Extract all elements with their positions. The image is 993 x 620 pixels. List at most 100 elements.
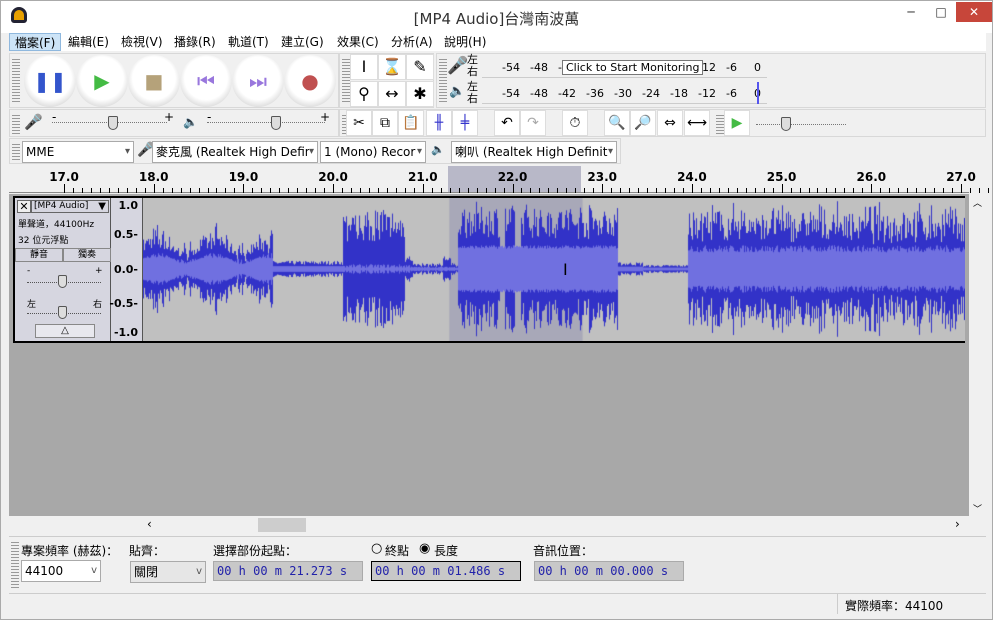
toolbar-grip[interactable] xyxy=(11,540,19,588)
scale-label: 0.5- xyxy=(113,228,138,241)
play-speed-slider[interactable] xyxy=(756,124,846,125)
channels-value: 1 (Mono) Recor xyxy=(324,145,416,159)
menu-item[interactable]: 分析(A) xyxy=(386,33,438,51)
waveform[interactable] xyxy=(143,198,965,341)
copy-button[interactable]: ⧉ xyxy=(372,110,398,136)
close-button[interactable]: ✕ xyxy=(956,2,992,22)
timeline-ruler[interactable]: 17.0 18.0 19.0 20.0 21.0 22.0 23.0 24.0 25.0 26.0… xyxy=(9,166,989,193)
plus-label: + xyxy=(320,110,331,124)
menu-item[interactable]: 檢視(V) xyxy=(116,33,168,51)
toolbar-grip[interactable] xyxy=(342,57,350,103)
output-device-value: 喇叭 (Realtek High Definiti xyxy=(455,145,611,159)
solo-button[interactable]: 獨奏 xyxy=(63,248,111,262)
toolbar-grip[interactable] xyxy=(12,142,20,161)
scale-label: 1.0 xyxy=(118,199,139,212)
undo-button[interactable]: ↶ xyxy=(494,110,520,136)
input-device-select[interactable]: 麥克風 (Realtek High Defin ▾ xyxy=(152,141,318,163)
menu-item[interactable]: 編輯(E) xyxy=(63,33,114,51)
toolbar-grip[interactable] xyxy=(12,57,20,103)
audio-position-field[interactable]: 00 h 00 m 00.000 s xyxy=(534,561,684,581)
menu-item[interactable]: 建立(G) xyxy=(276,33,329,51)
slider-thumb[interactable] xyxy=(271,116,281,130)
scroll-up-arrow[interactable]: ︿ xyxy=(973,196,982,209)
slider-thumb[interactable] xyxy=(108,116,118,130)
play-button[interactable]: ▶ xyxy=(76,55,128,107)
multi-tool[interactable]: ✱ xyxy=(406,81,434,107)
skip-start-button[interactable]: ⏮ xyxy=(180,55,232,107)
redo-button[interactable]: ↷ xyxy=(520,110,546,136)
horizontal-scrollbar[interactable]: ‹ › xyxy=(141,517,969,533)
paste-button[interactable]: 📋 xyxy=(398,110,424,136)
length-label: 長度 xyxy=(434,544,459,558)
microphone-icon[interactable]: 🎤 xyxy=(447,56,468,76)
input-device-value: 麥克風 (Realtek High Defin xyxy=(156,145,313,159)
slider-thumb[interactable] xyxy=(58,306,67,319)
menu-bar: 檔案(F) 編輯(E) 檢視(V) 播錄(R) 軌道(T) 建立(G) 效果(C) 分析(A)… xyxy=(9,33,986,51)
minimize-button[interactable]: ─ xyxy=(896,2,926,22)
zoom-out-button[interactable]: 🔎 xyxy=(630,110,656,136)
play-at-speed-button[interactable]: ▶ xyxy=(724,110,750,136)
collapse-track-button[interactable]: △ xyxy=(35,324,95,338)
slider-thumb[interactable] xyxy=(58,275,67,288)
silence-button[interactable]: ╪ xyxy=(452,110,478,136)
track-name-menu[interactable]: [MP4 Audio] ▼ xyxy=(31,200,109,213)
envelope-tool[interactable]: ⌛ xyxy=(378,54,406,80)
zoom-in-button[interactable]: 🔍 xyxy=(604,110,630,136)
tools-toolbar: I ⌛ ✎ ⚲ ↔ ✱ xyxy=(339,53,434,108)
speaker-icon: 🔈 xyxy=(183,115,198,129)
length-radio[interactable]: ◉ xyxy=(419,541,430,556)
scroll-thumb[interactable] xyxy=(258,518,306,532)
record-button[interactable]: ● xyxy=(284,55,336,107)
scroll-left-arrow[interactable]: ‹ xyxy=(147,517,152,531)
menu-item[interactable]: 檔案(F) xyxy=(9,33,62,51)
selection-length-field[interactable]: 00 h 00 m 01.486 s xyxy=(371,561,521,581)
close-track-button[interactable]: ✕ xyxy=(17,200,31,213)
playback-volume-slider[interactable] xyxy=(207,122,325,123)
time-shift-tool[interactable]: ↔ xyxy=(378,81,406,107)
snap-select[interactable]: 關閉 v xyxy=(130,561,206,583)
menu-item[interactable]: 效果(C) xyxy=(332,33,384,51)
toolbar-grip[interactable] xyxy=(439,57,447,103)
toolbar-grip[interactable] xyxy=(12,113,20,134)
vertical-scrollbar[interactable]: ︿ ﹀ xyxy=(969,194,986,516)
toolbar-grip[interactable] xyxy=(716,113,724,134)
output-device-select[interactable]: 喇叭 (Realtek High Definiti ▾ xyxy=(451,141,617,163)
zoom-tool[interactable]: ⚲ xyxy=(350,81,378,107)
slider-thumb[interactable] xyxy=(781,117,791,131)
amplitude-ruler[interactable]: 1.0 0.5- 0.0- -0.5- -1.0 xyxy=(109,198,143,341)
meter-tick: -42 xyxy=(558,87,576,100)
sync-lock-button[interactable]: ⏱ xyxy=(562,110,588,136)
meter-tick: -48 xyxy=(530,61,548,74)
edit-toolbar: ✂ ⧉ 📋 ╫ ╪ ↶ ↷ ⏱ 🔍 🔎 ⇔ ⟷ ▶ xyxy=(339,109,986,137)
ibeam-cursor: I xyxy=(563,260,568,279)
menu-item[interactable]: 說明(H) xyxy=(439,33,491,51)
track-format: 單聲道，44100Hz xyxy=(18,220,95,230)
skip-end-button[interactable]: ⏭ xyxy=(232,55,284,107)
ruler-label: 27.0 xyxy=(946,170,976,184)
meter-tick: -30 xyxy=(614,87,632,100)
scroll-right-arrow[interactable]: › xyxy=(955,517,960,531)
selection-tool[interactable]: I xyxy=(350,54,378,80)
playback-meter[interactable]: -54-48-42-36-30-24-18-12-60 xyxy=(482,82,767,104)
stop-button[interactable]: ■ xyxy=(128,55,180,107)
maximize-button[interactable]: □ xyxy=(926,2,956,22)
channels-select[interactable]: 1 (Mono) Recor ▾ xyxy=(320,141,426,163)
scroll-down-arrow[interactable]: ﹀ xyxy=(973,502,982,515)
cut-button[interactable]: ✂ xyxy=(346,110,372,136)
speaker-icon[interactable]: 🔈 xyxy=(449,84,465,99)
trim-button[interactable]: ╫ xyxy=(426,110,452,136)
project-rate-select[interactable]: 44100 v xyxy=(21,560,101,582)
pause-button[interactable]: ❚❚ xyxy=(24,55,76,107)
selection-start-field[interactable]: 00 h 00 m 21.273 s xyxy=(213,561,363,581)
draw-tool[interactable]: ✎ xyxy=(406,54,434,80)
fit-selection-button[interactable]: ⇔ xyxy=(657,110,683,136)
menu-item[interactable]: 播錄(R) xyxy=(169,33,221,51)
meter-toolbar: 🎤 左右 -54-48-42-36-30-24-18-12-60 Click t… xyxy=(436,53,986,108)
host-select[interactable]: MME ▾ xyxy=(22,141,134,163)
scale-label: -0.5- xyxy=(109,297,138,310)
mute-button[interactable]: 靜音 xyxy=(15,248,63,262)
track-area[interactable]: ✕ [MP4 Audio] ▼ 單聲道，44100Hz 32 位元浮點 靜音 獨奏… xyxy=(9,194,969,516)
fit-project-button[interactable]: ⟷ xyxy=(684,110,710,136)
menu-item[interactable]: 軌道(T) xyxy=(223,33,274,51)
end-radio[interactable]: ○ xyxy=(371,541,382,556)
